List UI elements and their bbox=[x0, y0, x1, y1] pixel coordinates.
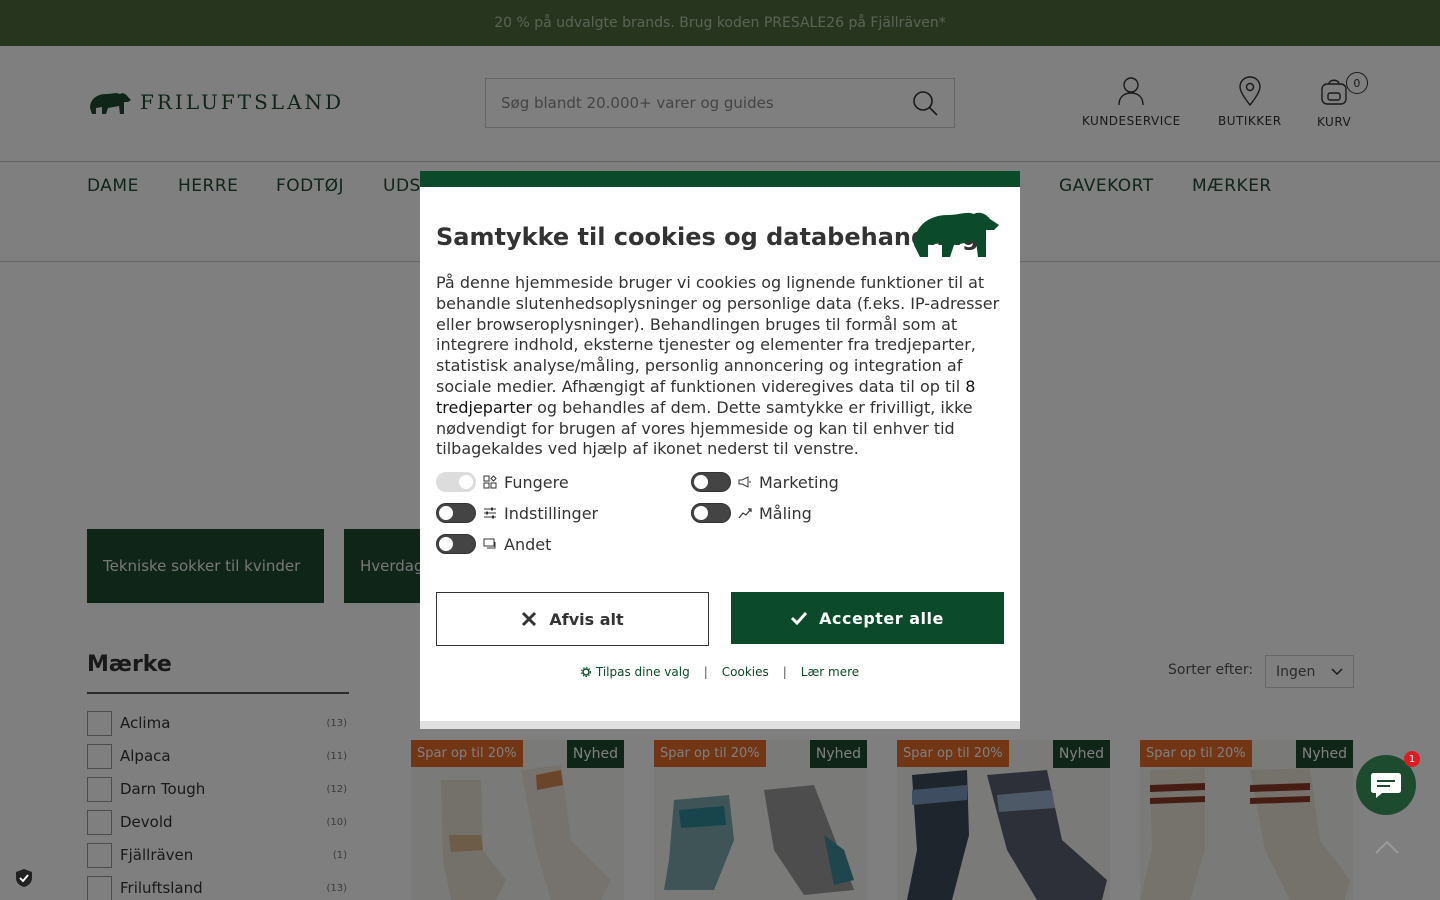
dialog-body-text: På denne hjemmeside bruger vi cookies og… bbox=[436, 273, 1000, 396]
checkmark-icon bbox=[791, 611, 808, 625]
toggle-switch[interactable] bbox=[436, 534, 476, 554]
toggle-marketing[interactable]: Marketing bbox=[691, 472, 839, 492]
cookies-link[interactable]: Cookies bbox=[722, 665, 769, 679]
learn-more-link[interactable]: Lær mere bbox=[801, 665, 859, 679]
accept-all-label: Accepter alle bbox=[819, 608, 944, 628]
toggle-label: Andet bbox=[504, 534, 552, 554]
toggle-switch[interactable] bbox=[436, 472, 476, 492]
toggle-switch[interactable] bbox=[691, 503, 731, 523]
gear-icon bbox=[580, 667, 591, 677]
dialog-bottom-bar bbox=[420, 721, 1020, 729]
chat-notification-badge: 1 bbox=[1404, 751, 1420, 767]
accept-all-button[interactable]: Accepter alle bbox=[731, 592, 1004, 644]
dialog-top-bar bbox=[420, 171, 1020, 187]
deny-all-label: Afvis alt bbox=[549, 609, 624, 629]
toggle-measurement[interactable]: Måling bbox=[691, 503, 812, 523]
trend-chart-icon bbox=[738, 506, 752, 520]
bear-logo-icon bbox=[914, 212, 999, 257]
close-icon bbox=[522, 611, 537, 627]
toggle-switch[interactable] bbox=[691, 472, 731, 492]
privacy-settings-button[interactable] bbox=[10, 864, 38, 892]
link-separator: | bbox=[703, 665, 708, 679]
function-icon bbox=[483, 475, 497, 489]
shield-icon bbox=[16, 869, 32, 887]
chat-bubble-icon bbox=[1371, 773, 1401, 798]
megaphone-icon bbox=[738, 475, 752, 489]
customize-choices-link[interactable]: Tilpas dine valg bbox=[580, 665, 690, 679]
toggle-label: Måling bbox=[759, 503, 812, 523]
toggle-label: Indstillinger bbox=[504, 503, 599, 523]
cookie-consent-dialog: Samtykke til cookies og databehandling P… bbox=[420, 171, 1020, 729]
chat-button[interactable]: 1 bbox=[1356, 751, 1420, 815]
toggle-label: Fungere bbox=[504, 472, 569, 492]
scroll-to-top-button[interactable] bbox=[1372, 832, 1402, 862]
customize-choices-label: Tilpas dine valg bbox=[595, 665, 690, 679]
toggle-label: Marketing bbox=[759, 472, 839, 492]
toggle-preferences[interactable]: Indstillinger bbox=[436, 503, 598, 523]
toggle-other[interactable]: Andet bbox=[436, 534, 551, 554]
dialog-body: På denne hjemmeside bruger vi cookies og… bbox=[436, 273, 1004, 460]
dialog-title: Samtykke til cookies og databehandling bbox=[436, 223, 979, 251]
sliders-icon bbox=[483, 506, 497, 520]
chat-icon bbox=[483, 537, 497, 551]
toggle-switch[interactable] bbox=[436, 503, 476, 523]
toggle-functional[interactable]: Fungere bbox=[436, 472, 569, 492]
deny-all-button[interactable]: Afvis alt bbox=[436, 592, 709, 646]
link-separator: | bbox=[782, 665, 787, 679]
dialog-footer-links: Tilpas dine valg | Cookies | Lær mere bbox=[420, 665, 1020, 679]
chevron-up-icon bbox=[1375, 840, 1399, 854]
